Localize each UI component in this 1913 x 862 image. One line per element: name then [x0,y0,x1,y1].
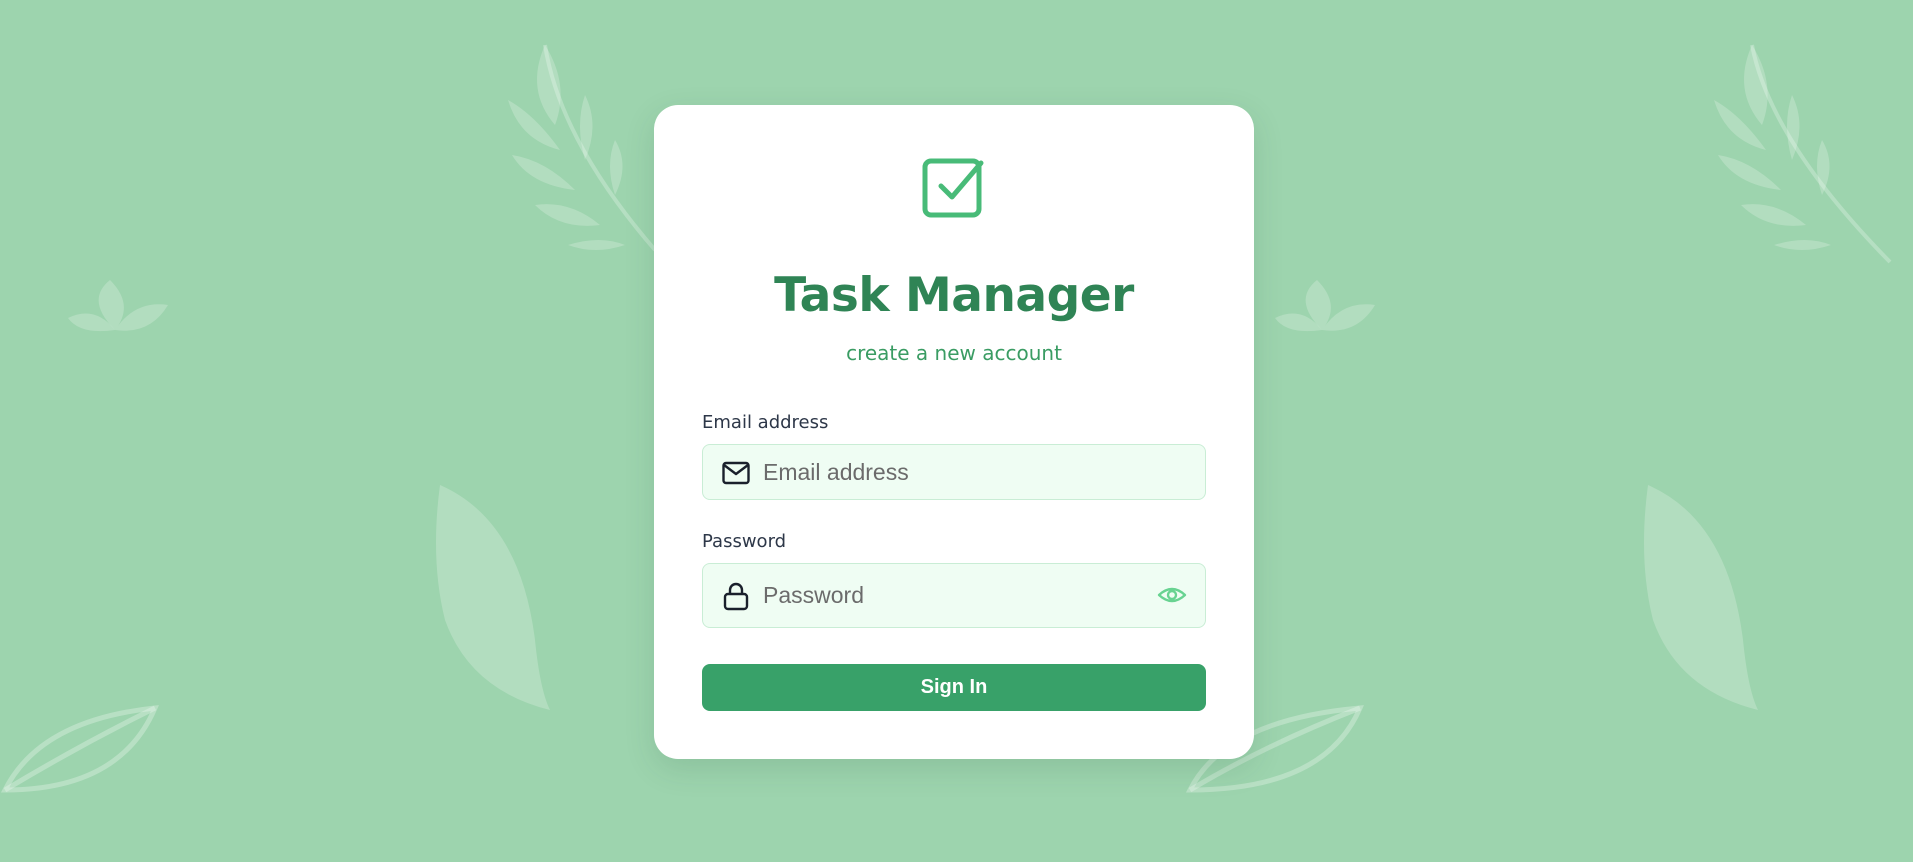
app-title: Task Manager [774,268,1134,323]
email-input[interactable] [763,445,1143,499]
email-field[interactable] [702,444,1206,500]
password-label: Password [702,531,787,552]
eye-icon[interactable] [1157,580,1187,610]
branch-decoration [508,44,657,252]
email-label: Email address [702,412,829,433]
password-field[interactable] [702,563,1206,628]
page-subtitle: create a new account [846,341,1062,365]
mail-icon [722,461,750,485]
checkbox-check-icon [922,158,984,218]
password-input[interactable] [763,564,1143,627]
signup-card: Task Manager create a new account Email … [654,105,1254,759]
sign-in-button[interactable]: Sign In [702,664,1206,711]
lock-icon [723,582,749,611]
branch-decoration [1714,44,1892,264]
